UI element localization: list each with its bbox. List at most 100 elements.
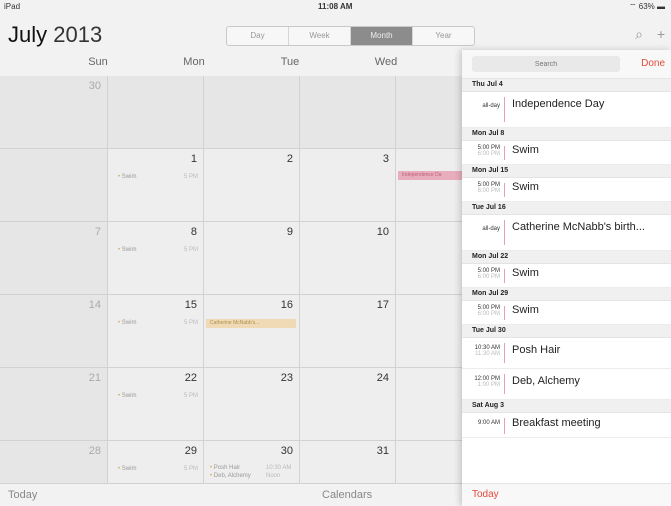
day-cell[interactable]: 17: [300, 295, 396, 368]
event-bar-independence[interactable]: Independence Da: [398, 171, 462, 180]
day-cell[interactable]: 16: [204, 295, 300, 368]
event-time: 5:00 PM 6:00 PM: [466, 305, 500, 317]
day-cell[interactable]: 10: [300, 222, 396, 295]
wifi-icon: ⌔: [628, 2, 637, 11]
day-number: 30: [88, 80, 101, 92]
event-bar-catherine[interactable]: Catherine McNabb's...: [206, 319, 296, 328]
day-cell[interactable]: 31: [300, 441, 396, 484]
calendars-button[interactable]: Calendars: [322, 489, 372, 501]
page-title: July 2013: [8, 22, 102, 48]
event-dot-icon: •: [118, 320, 121, 326]
event-title: Posh Hair: [512, 344, 561, 356]
event-title: Swim: [121, 320, 137, 326]
event-row[interactable]: 9:00 AM Breakfast meeting: [462, 413, 671, 438]
event-title: Deb, Alchemy: [512, 375, 580, 387]
event-row[interactable]: 5:00 PM 6:00 PM Swim: [462, 141, 671, 165]
day-number: 2: [286, 153, 293, 165]
event-dot-icon: •: [118, 466, 121, 472]
event-row[interactable]: 12:00 PM 1:00 PM Deb, Alchemy: [462, 369, 671, 400]
date-header: Tue Jul 16: [462, 202, 671, 215]
month-event-swim[interactable]: • Swim 5 PM: [118, 247, 198, 253]
event-time: 5 PM: [184, 320, 199, 326]
popover-today-button[interactable]: Today: [472, 489, 499, 500]
done-button[interactable]: Done: [641, 58, 665, 69]
day-cell[interactable]: [0, 149, 108, 222]
calendar-color-bar: [504, 146, 505, 160]
day-number: 30: [280, 445, 293, 457]
tab-day[interactable]: Day: [227, 27, 289, 45]
event-title: Swim: [121, 174, 137, 180]
calendar-color-bar: [504, 97, 505, 122]
date-header: Tue Jul 30: [462, 325, 671, 338]
day-cell[interactable]: 23: [204, 368, 300, 441]
event-time: 5 PM: [184, 466, 199, 472]
day-cell[interactable]: 30: [0, 76, 108, 149]
date-header: Sat Aug 3: [462, 400, 671, 413]
day-cell[interactable]: 8: [108, 222, 204, 295]
event-row[interactable]: 5:00 PM 6:00 PM Swim: [462, 301, 671, 325]
event-dot-icon: •: [118, 174, 121, 180]
calendar-color-bar: [504, 418, 505, 434]
date-header: Mon Jul 29: [462, 288, 671, 301]
search-results-popover: Done Thu Jul 4 all-day Independence Day …: [462, 50, 671, 506]
event-row[interactable]: 10:30 AM 11:30 AM Posh Hair: [462, 338, 671, 369]
day-cell[interactable]: [300, 76, 396, 149]
event-title: Independence Day: [512, 98, 605, 110]
search-input[interactable]: [472, 56, 620, 72]
event-time: all-day: [482, 103, 500, 109]
day-cell[interactable]: 2: [204, 149, 300, 222]
month-event-deb[interactable]: • Deb, Alchemy Noon: [210, 473, 280, 479]
day-cell[interactable]: [108, 76, 204, 149]
month-event-posh[interactable]: • Posh Hair 10:30 AM: [210, 465, 291, 471]
weekday-mon: Mon: [183, 56, 205, 68]
day-cell[interactable]: 24: [300, 368, 396, 441]
day-cell[interactable]: 1: [108, 149, 204, 222]
day-cell[interactable]: 30 • Posh Hair 10:30 AM • Deb, Alchemy Noo…: [204, 441, 300, 484]
add-icon[interactable]: +: [657, 26, 665, 42]
event-time: 5 PM: [184, 174, 199, 180]
event-title: Swim: [121, 466, 137, 472]
month-event-swim[interactable]: • Swim 5 PM: [118, 320, 198, 326]
month-event-swim[interactable]: • Swim 5 PM: [118, 174, 198, 180]
month-label: July: [8, 22, 48, 47]
day-cell[interactable]: 28: [0, 441, 108, 484]
day-number: 7: [94, 226, 101, 238]
day-cell[interactable]: 9: [204, 222, 300, 295]
device-label: iPad: [4, 2, 21, 11]
date-header: Thu Jul 4: [462, 79, 671, 92]
event-time: 5:00 PM 6:00 PM: [466, 182, 500, 194]
tab-year[interactable]: Year: [413, 27, 474, 45]
day-cell[interactable]: 22: [108, 368, 204, 441]
month-event-swim[interactable]: • Swim 5 PM: [118, 466, 198, 472]
event-time: 12:00 PM 1:00 PM: [466, 376, 500, 388]
event-end: 6:00 PM: [477, 151, 500, 157]
event-end: 1:00 PM: [477, 382, 500, 388]
event-end: 6:00 PM: [477, 311, 500, 317]
search-icon[interactable]: ⌕: [635, 26, 643, 42]
day-cell[interactable]: 29: [108, 441, 204, 484]
event-title: Breakfast meeting: [512, 417, 601, 429]
status-bar: iPad 11:08 AM ⌔ 63% ▬: [0, 0, 671, 14]
event-row[interactable]: all-day Independence Day: [462, 92, 671, 128]
day-number: 22: [184, 372, 197, 384]
today-button[interactable]: Today: [8, 489, 37, 501]
weekday-sun: Sun: [88, 56, 108, 68]
event-row[interactable]: 5:00 PM 6:00 PM Swim: [462, 264, 671, 288]
event-row[interactable]: 5:00 PM 6:00 PM Swim: [462, 178, 671, 202]
event-end: 6:00 PM: [477, 274, 500, 280]
day-cell[interactable]: 21: [0, 368, 108, 441]
tab-month[interactable]: Month: [351, 27, 413, 45]
event-title: Swim: [512, 304, 539, 316]
day-cell[interactable]: 14: [0, 295, 108, 368]
calendar-color-bar: [504, 306, 505, 320]
day-cell[interactable]: 15: [108, 295, 204, 368]
day-cell[interactable]: 3: [300, 149, 396, 222]
day-number: 28: [88, 445, 101, 457]
tab-week[interactable]: Week: [289, 27, 351, 45]
day-cell[interactable]: [204, 76, 300, 149]
day-cell[interactable]: 7: [0, 222, 108, 295]
calendar-color-bar: [504, 269, 505, 283]
month-event-swim[interactable]: • Swim 5 PM: [118, 393, 198, 399]
event-row[interactable]: all-day Catherine McNabb's birth...: [462, 215, 671, 251]
event-title: Posh Hair: [213, 465, 241, 471]
